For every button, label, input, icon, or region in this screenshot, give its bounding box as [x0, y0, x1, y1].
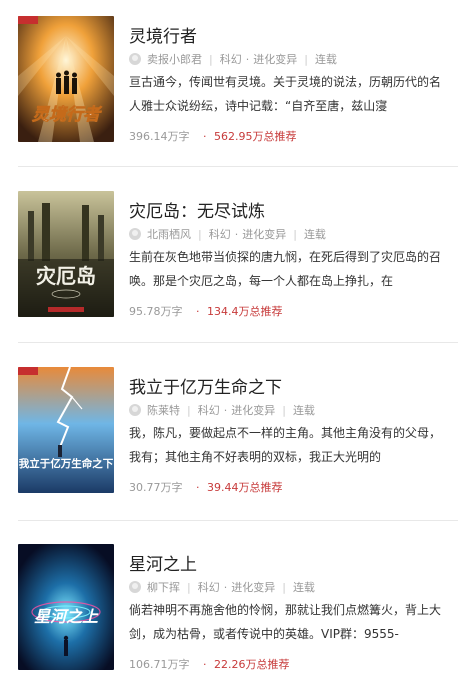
meta-separator: | [198, 227, 202, 241]
book-card[interactable]: 星河之上 星河之上 柳下挥 | 科幻 · 进化变异 | 连载 倘若神明不再施舍他… [0, 528, 458, 688]
book-stats: 106.71万字 · 22.26万总推荐 [129, 656, 290, 672]
item-divider [18, 520, 458, 521]
meta-separator: | [187, 403, 191, 417]
book-cover[interactable]: 我立于亿万生命之下 [18, 367, 114, 493]
meta-separator: | [282, 580, 286, 594]
cover-title: 灾厄岛 [36, 264, 96, 288]
word-count: 396.14万字 [129, 130, 190, 143]
recommend-count: 134.4万总推荐 [207, 305, 283, 318]
book-title[interactable]: 灵境行者 [129, 22, 197, 47]
author-avatar [129, 53, 141, 65]
author-avatar [129, 404, 141, 416]
book-genre[interactable]: 科幻 [220, 51, 242, 67]
author-name[interactable]: 北雨栖风 [147, 226, 191, 242]
meta-separator: | [282, 403, 286, 417]
author-name[interactable]: 陈莱特 [147, 402, 180, 418]
book-cover[interactable]: 灵境行者 [18, 16, 114, 142]
cover-title: 我立于亿万生命之下 [19, 457, 114, 470]
meta-separator: | [293, 227, 297, 241]
genre-dot: · [223, 403, 228, 417]
author-avatar [129, 228, 141, 240]
stats-dot: · [203, 658, 207, 671]
author-name[interactable]: 卖报小郎君 [147, 51, 202, 67]
word-count: 30.77万字 [129, 481, 183, 494]
stats-dot: · [196, 481, 200, 494]
book-meta: 北雨栖风 | 科幻 · 进化变异 | 连载 [129, 226, 326, 242]
book-genre[interactable]: 科幻 [209, 226, 231, 242]
book-title[interactable]: 星河之上 [129, 550, 197, 575]
book-description: 生前在灰色地带当侦探的唐九悯，在死后得到了灾厄岛的召唤。那是个灾厄之岛，每一个人… [129, 250, 442, 288]
book-genre[interactable]: 科幻 [198, 402, 220, 418]
book-subgenre[interactable]: 进化变异 [253, 51, 297, 67]
book-title[interactable]: 我立于亿万生命之下 [129, 373, 282, 398]
item-divider [18, 166, 458, 167]
stats-dot: · [203, 130, 207, 143]
meta-separator: | [304, 52, 308, 66]
book-status: 连载 [292, 404, 315, 417]
stats-dot: · [196, 305, 200, 318]
word-count: 95.78万字 [129, 305, 183, 318]
book-description: 亘古通今，传闻世有灵境。关于灵境的说法，历朝历代的名人雅士众说纷纭，诗中记载：“… [129, 75, 442, 113]
book-card[interactable]: 灾厄岛 灾厄岛：无尽试炼 北雨栖风 | 科幻 · 进化变异 | 连载 生前在灰色… [0, 175, 458, 343]
book-meta: 卖报小郎君 | 科幻 · 进化变异 | 连载 [129, 51, 337, 67]
book-title[interactable]: 灾厄岛：无尽试炼 [129, 197, 265, 222]
genre-dot: · [223, 580, 228, 594]
book-meta: 柳下挥 | 科幻 · 进化变异 | 连载 [129, 579, 315, 595]
cover-title: 灵境行者 [32, 105, 103, 125]
author-avatar [129, 581, 141, 593]
book-stats: 95.78万字 · 134.4万总推荐 [129, 303, 283, 319]
book-description: 我，陈凡，要做起点不一样的主角。其他主角没有的父母，我有；其他主角不好表明的双标… [129, 426, 442, 464]
book-status: 连载 [303, 228, 326, 241]
book-stats: 396.14万字 · 562.95万总推荐 [129, 128, 297, 144]
recommend-count: 39.44万总推荐 [207, 481, 283, 494]
book-status: 连载 [314, 53, 337, 66]
book-meta: 陈莱特 | 科幻 · 进化变异 | 连载 [129, 402, 315, 418]
item-divider [18, 342, 458, 343]
book-card[interactable]: 灵境行者 灵境行者 卖报小郎君 | 科幻 · 进化变异 | 连载 亘古通今，传闻… [0, 0, 458, 167]
book-cover[interactable]: 灾厄岛 [18, 191, 114, 317]
book-status: 连载 [292, 581, 315, 594]
book-card[interactable]: 我立于亿万生命之下 我立于亿万生命之下 陈莱特 | 科幻 · 进化变异 | 连载… [0, 351, 458, 521]
book-genre[interactable]: 科幻 [198, 579, 220, 595]
genre-dot: · [234, 227, 239, 241]
book-subgenre[interactable]: 进化变异 [231, 402, 275, 418]
recommend-count: 22.26万总推荐 [214, 658, 290, 671]
book-subgenre[interactable]: 进化变异 [231, 579, 275, 595]
book-subgenre[interactable]: 进化变异 [242, 226, 286, 242]
cover-title: 星河之上 [34, 607, 99, 626]
genre-dot: · [245, 52, 250, 66]
book-description: 倘若神明不再施舍他的怜悯，那就让我们点燃篝火，背上大剑，成为枯骨，或者传说中的英… [129, 603, 442, 641]
recommend-count: 562.95万总推荐 [214, 130, 297, 143]
book-stats: 30.77万字 · 39.44万总推荐 [129, 479, 283, 495]
meta-separator: | [209, 52, 213, 66]
word-count: 106.71万字 [129, 658, 190, 671]
author-name[interactable]: 柳下挥 [147, 579, 180, 595]
meta-separator: | [187, 580, 191, 594]
book-cover[interactable]: 星河之上 [18, 544, 114, 670]
